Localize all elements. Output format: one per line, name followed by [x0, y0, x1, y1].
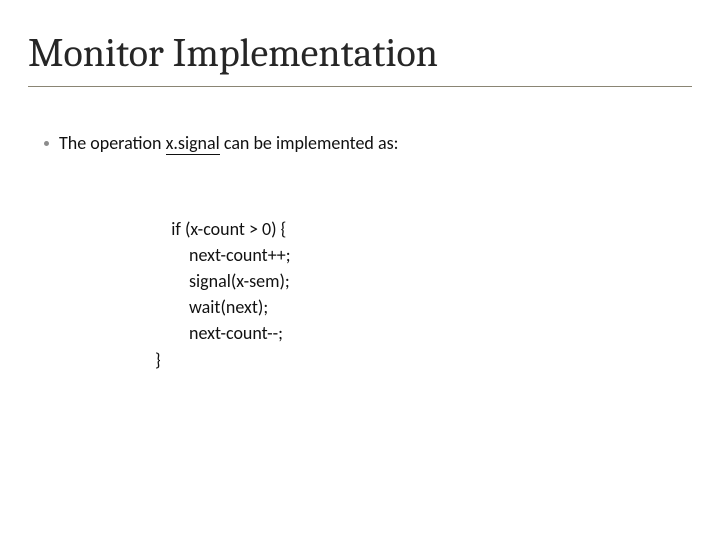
code-line-1: if (x-count > 0) { — [171, 218, 286, 240]
bullet-dot-icon — [44, 141, 49, 146]
bullet-text: The operation x.signal can be implemente… — [59, 132, 398, 154]
bullet-suffix: can be implemented as: — [220, 132, 399, 154]
slide-title: Monitor Implementation — [28, 30, 438, 76]
bullet-prefix: The operation — [59, 132, 166, 154]
title-underline — [28, 86, 692, 87]
code-line-5: next-count--; — [155, 320, 291, 346]
code-line-2: next-count++; — [155, 242, 291, 268]
bullet-item: The operation x.signal can be implemente… — [44, 132, 398, 154]
code-line-6: } — [155, 349, 161, 371]
code-line-3: signal(x-sem); — [155, 268, 291, 294]
code-line-4: wait(next); — [155, 294, 291, 320]
code-block: if (x-count > 0) { next-count++;signal(x… — [155, 190, 291, 399]
bullet-operation: x.signal — [166, 132, 220, 155]
slide: Monitor Implementation The operation x.s… — [0, 0, 720, 540]
